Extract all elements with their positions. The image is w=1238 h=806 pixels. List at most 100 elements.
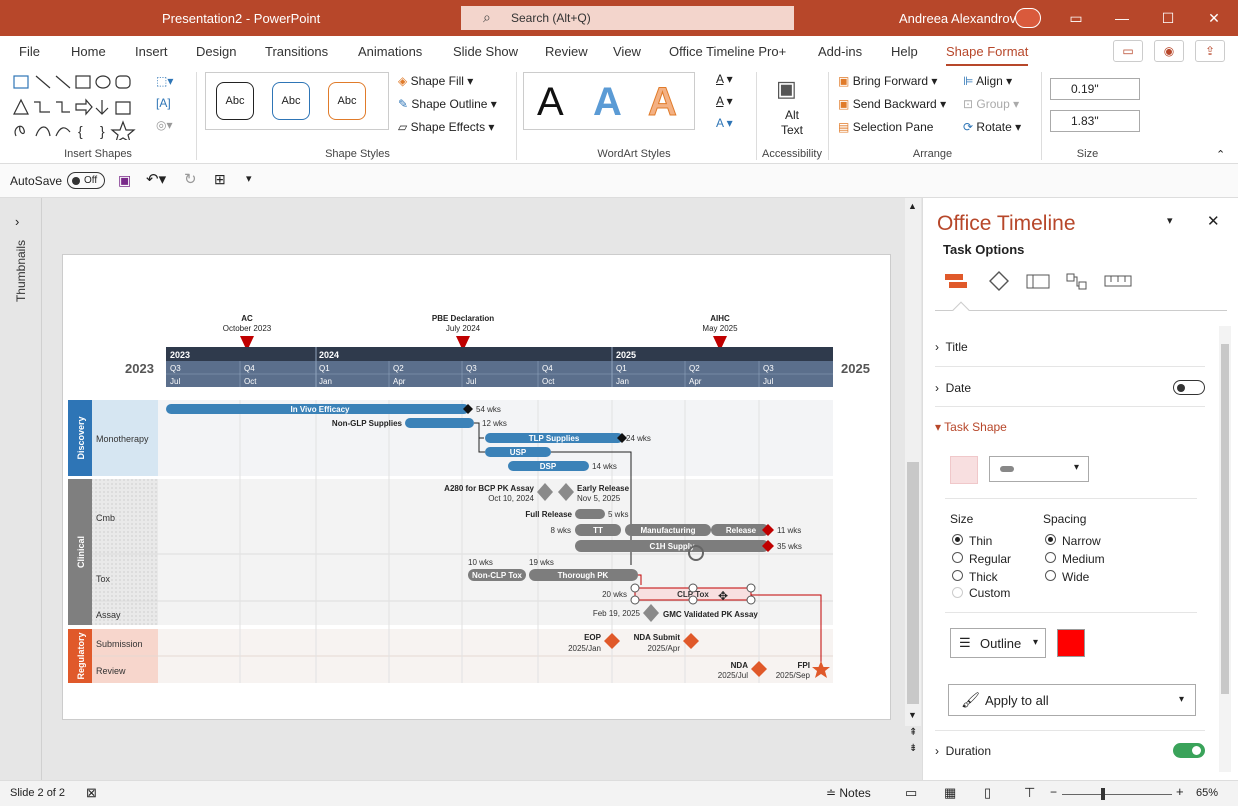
expand-thumbnails-icon[interactable]: ›: [15, 214, 19, 229]
tab-animations[interactable]: Animations: [358, 44, 422, 59]
style-blue[interactable]: Abc: [272, 82, 310, 120]
selection-pane-button[interactable]: ▤ Selection Pane: [838, 120, 933, 134]
height-input[interactable]: 0.19": [1050, 78, 1140, 100]
zoom-slider[interactable]: [1062, 794, 1172, 795]
task-fill-swatch[interactable]: [950, 456, 978, 484]
collapse-ribbon-icon[interactable]: ⌃: [1216, 148, 1225, 161]
avatar[interactable]: [1015, 8, 1041, 28]
radio-spacing-wide[interactable]: [1045, 570, 1056, 581]
scroll-up-icon[interactable]: ▲: [908, 201, 917, 211]
task-shape-dropdown[interactable]: ▾: [989, 456, 1089, 482]
tab-file[interactable]: File: [19, 44, 40, 59]
wordart-black-icon[interactable]: A: [537, 80, 564, 125]
alt-text-button[interactable]: Alt Text: [774, 108, 810, 138]
tab-review[interactable]: Review: [545, 44, 588, 59]
zoom-slider-thumb[interactable]: [1101, 788, 1105, 800]
section-date[interactable]: › Date: [935, 381, 971, 395]
width-input[interactable]: 1.83": [1050, 110, 1140, 132]
record-icon[interactable]: ◉: [1154, 40, 1184, 62]
bring-forward-button[interactable]: ▣ Bring Forward ▾: [838, 74, 937, 88]
tab-insert[interactable]: Insert: [135, 44, 168, 59]
undo-icon[interactable]: ↶▾: [146, 170, 166, 188]
edit-shape-icon[interactable]: ⬚▾: [156, 74, 173, 88]
section-duration[interactable]: › Duration: [935, 744, 991, 758]
slide-canvas[interactable]: Discovery Clinical Regulatory Monotherap…: [62, 254, 891, 720]
text-box-icon[interactable]: [A]: [156, 96, 171, 110]
section-task-shape[interactable]: ▾ Task Shape: [935, 420, 1007, 434]
tab-slide-show[interactable]: Slide Show: [453, 44, 518, 59]
radio-spacing-narrow[interactable]: [1045, 534, 1056, 545]
align-button[interactable]: ⊫ Align ▾: [963, 74, 1012, 88]
radio-spacing-medium[interactable]: [1045, 552, 1056, 563]
slideshow-icon[interactable]: ⊤: [1024, 785, 1035, 801]
section-title[interactable]: › Title: [935, 340, 968, 354]
task-options-icons[interactable]: [943, 270, 1143, 294]
tab-home[interactable]: Home: [71, 44, 106, 59]
merge-shapes-icon[interactable]: ◎▾: [156, 118, 173, 132]
save-icon[interactable]: ▣: [118, 172, 131, 189]
text-outline-icon[interactable]: A ▾: [716, 94, 733, 108]
present-icon[interactable]: ⊞: [214, 171, 226, 188]
scroll-down-icon[interactable]: ▼: [908, 710, 917, 720]
radio-size-regular[interactable]: [952, 552, 963, 563]
tab-help[interactable]: Help: [891, 44, 918, 59]
accessibility-check-icon[interactable]: ⊠: [86, 785, 97, 801]
share-icon[interactable]: ⇪: [1195, 40, 1225, 62]
notes-button[interactable]: ≐ Notes: [826, 786, 871, 800]
redo-icon[interactable]: ↻: [184, 170, 197, 188]
shapes-gallery[interactable]: {}: [10, 72, 150, 140]
tab-transitions[interactable]: Transitions: [265, 44, 328, 59]
date-toggle[interactable]: [1173, 380, 1205, 395]
group-button[interactable]: ⊡ Group ▾: [963, 97, 1019, 111]
alt-text-icon[interactable]: ▣: [776, 76, 797, 102]
customize-qat-icon[interactable]: ▾: [246, 172, 252, 185]
panel-scrollbar[interactable]: [1219, 326, 1231, 772]
tab-shape-format[interactable]: Shape Format: [946, 44, 1029, 67]
normal-view-icon[interactable]: ▭: [905, 785, 917, 801]
ribbon-display-icon[interactable]: ▭: [1064, 8, 1088, 28]
send-backward-button[interactable]: ▣ Send Backward ▾: [838, 97, 946, 111]
search-box[interactable]: ⌕ Search (Alt+Q): [461, 6, 794, 30]
panel-close-icon[interactable]: ✕: [1207, 212, 1220, 230]
apply-to-all-button[interactable]: 🖌 Apply to all ▾: [948, 684, 1196, 716]
radio-size-thin[interactable]: [952, 534, 963, 545]
comments-icon[interactable]: ▭: [1113, 40, 1143, 62]
slide-sorter-icon[interactable]: ▦: [944, 785, 956, 801]
tab-office-timeline[interactable]: Office Timeline Pro+: [669, 44, 786, 59]
style-black[interactable]: Abc: [216, 82, 254, 120]
tab-view[interactable]: View: [613, 44, 641, 59]
thumbnails-label[interactable]: Thumbnails: [14, 240, 28, 302]
zoom-level[interactable]: 65%: [1196, 787, 1218, 799]
maximize-icon[interactable]: ☐: [1156, 8, 1180, 28]
style-orange[interactable]: Abc: [328, 82, 366, 120]
outline-color-swatch[interactable]: [1057, 629, 1085, 657]
prev-slide-icon[interactable]: ⇞: [909, 727, 917, 738]
duration-toggle[interactable]: [1173, 743, 1205, 758]
radio-size-custom[interactable]: [952, 587, 963, 598]
section-date-label: Date: [945, 381, 972, 395]
wordart-orange-icon[interactable]: A: [648, 80, 678, 125]
shape-effects-button[interactable]: ▱ Shape Effects ▾: [398, 120, 494, 134]
wordart-blue-icon[interactable]: A: [593, 80, 622, 125]
rotate-button[interactable]: ⟳ Rotate ▾: [963, 120, 1021, 134]
slide-scrollbar[interactable]: ▲ ▼: [905, 198, 921, 726]
outline-dropdown[interactable]: ☰ Outline ▾: [950, 628, 1046, 658]
tab-design[interactable]: Design: [196, 44, 236, 59]
zoom-in-icon[interactable]: +: [1176, 784, 1184, 799]
panel-menu-icon[interactable]: ▾: [1167, 214, 1173, 227]
close-icon[interactable]: ✕: [1202, 8, 1226, 28]
minimize-icon[interactable]: —: [1110, 8, 1134, 28]
zoom-out-icon[interactable]: −: [1050, 785, 1057, 799]
radio-size-thick[interactable]: [952, 570, 963, 581]
shape-outline-button[interactable]: ✎ Shape Outline ▾: [398, 97, 497, 111]
text-effects-icon[interactable]: A ▾: [716, 116, 733, 130]
next-slide-icon[interactable]: ⇟: [909, 743, 917, 754]
user-name[interactable]: Andreea Alexandrov: [899, 11, 1016, 26]
shape-fill-button[interactable]: ◈ Shape Fill ▾: [398, 74, 473, 88]
scroll-thumb[interactable]: [907, 462, 919, 704]
reading-view-icon[interactable]: ▯: [984, 785, 991, 801]
tab-add-ins[interactable]: Add-ins: [818, 44, 862, 59]
autosave-toggle[interactable]: Off: [67, 172, 105, 189]
panel-scroll-thumb[interactable]: [1221, 344, 1229, 694]
text-fill-icon[interactable]: A ▾: [716, 72, 733, 86]
